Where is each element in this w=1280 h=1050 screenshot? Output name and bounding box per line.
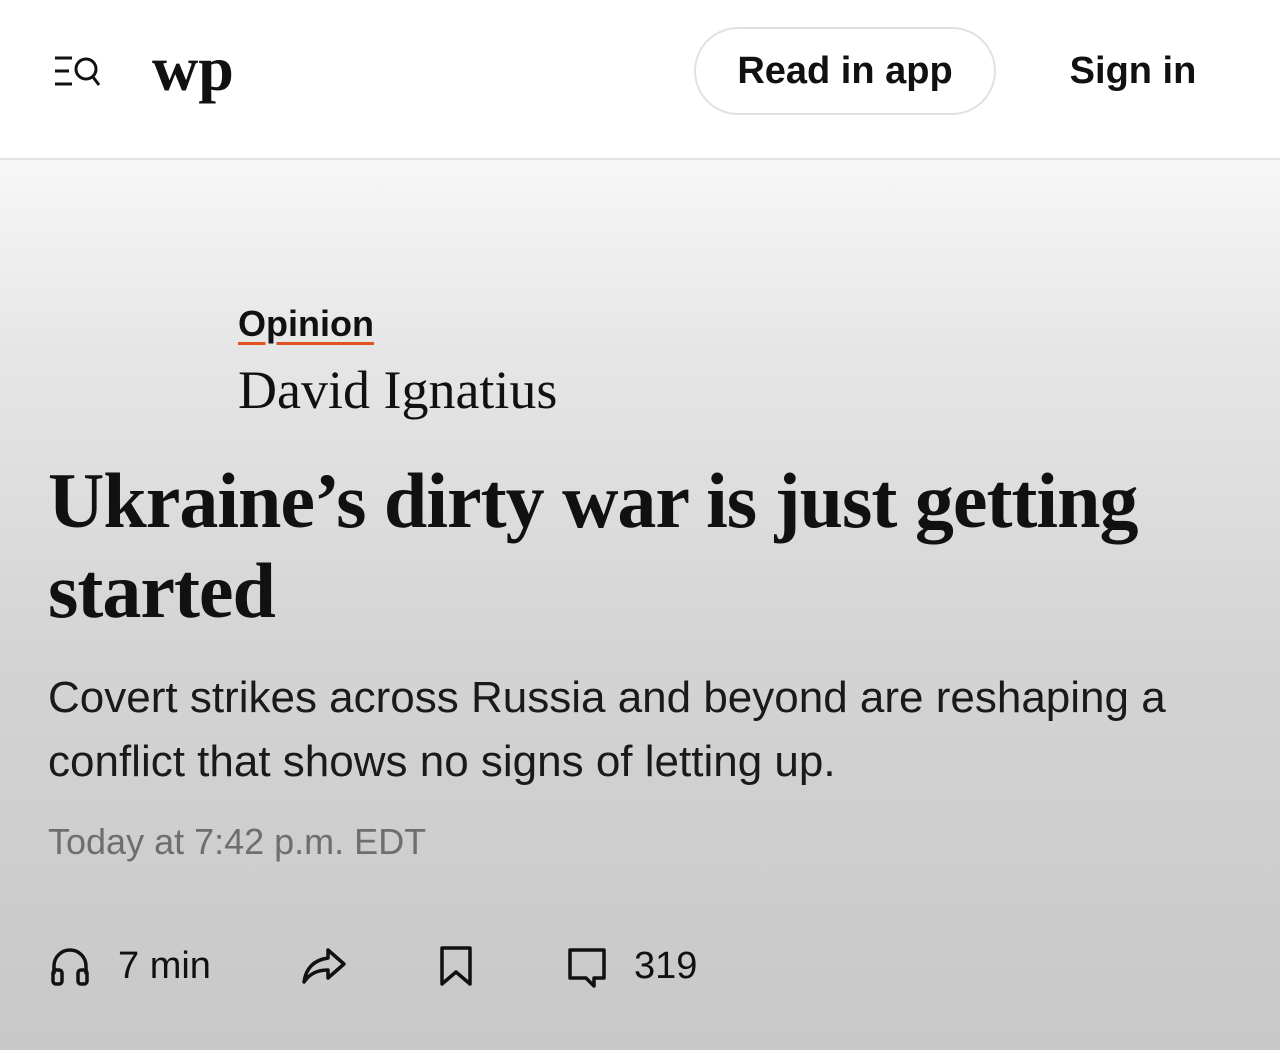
article-headline: Ukraine’s dirty war is just getting star… xyxy=(48,457,1138,634)
bookmark-icon xyxy=(438,944,474,988)
top-navigation-bar: wp Read in app Sign in xyxy=(0,0,1280,160)
author-name-link[interactable]: David Ignatius xyxy=(238,358,557,422)
share-icon xyxy=(300,944,348,988)
listen-button[interactable]: 7 min xyxy=(48,938,211,994)
comments-button[interactable]: 319 xyxy=(566,938,697,994)
washington-post-logo[interactable]: wp xyxy=(150,33,246,114)
comments-count: 319 xyxy=(634,944,698,987)
share-button[interactable] xyxy=(300,938,348,994)
comment-icon xyxy=(566,944,608,988)
article-subheadline: Covert strikes across Russia and beyond … xyxy=(48,673,1166,786)
listen-duration: 7 min xyxy=(118,944,211,987)
headphones-icon xyxy=(48,944,92,988)
save-button[interactable] xyxy=(438,938,474,994)
article-action-bar: 7 min 319 xyxy=(48,938,748,994)
publish-timestamp: Today at 7:42 p.m. EDT xyxy=(48,821,427,862)
logo-text: wp xyxy=(152,34,234,104)
opinion-kicker-link[interactable]: Opinion xyxy=(238,302,374,346)
read-in-app-button[interactable]: Read in app xyxy=(694,27,996,115)
sign-in-button[interactable]: Sign in xyxy=(1050,27,1216,115)
menu-search-icon[interactable] xyxy=(52,52,102,94)
